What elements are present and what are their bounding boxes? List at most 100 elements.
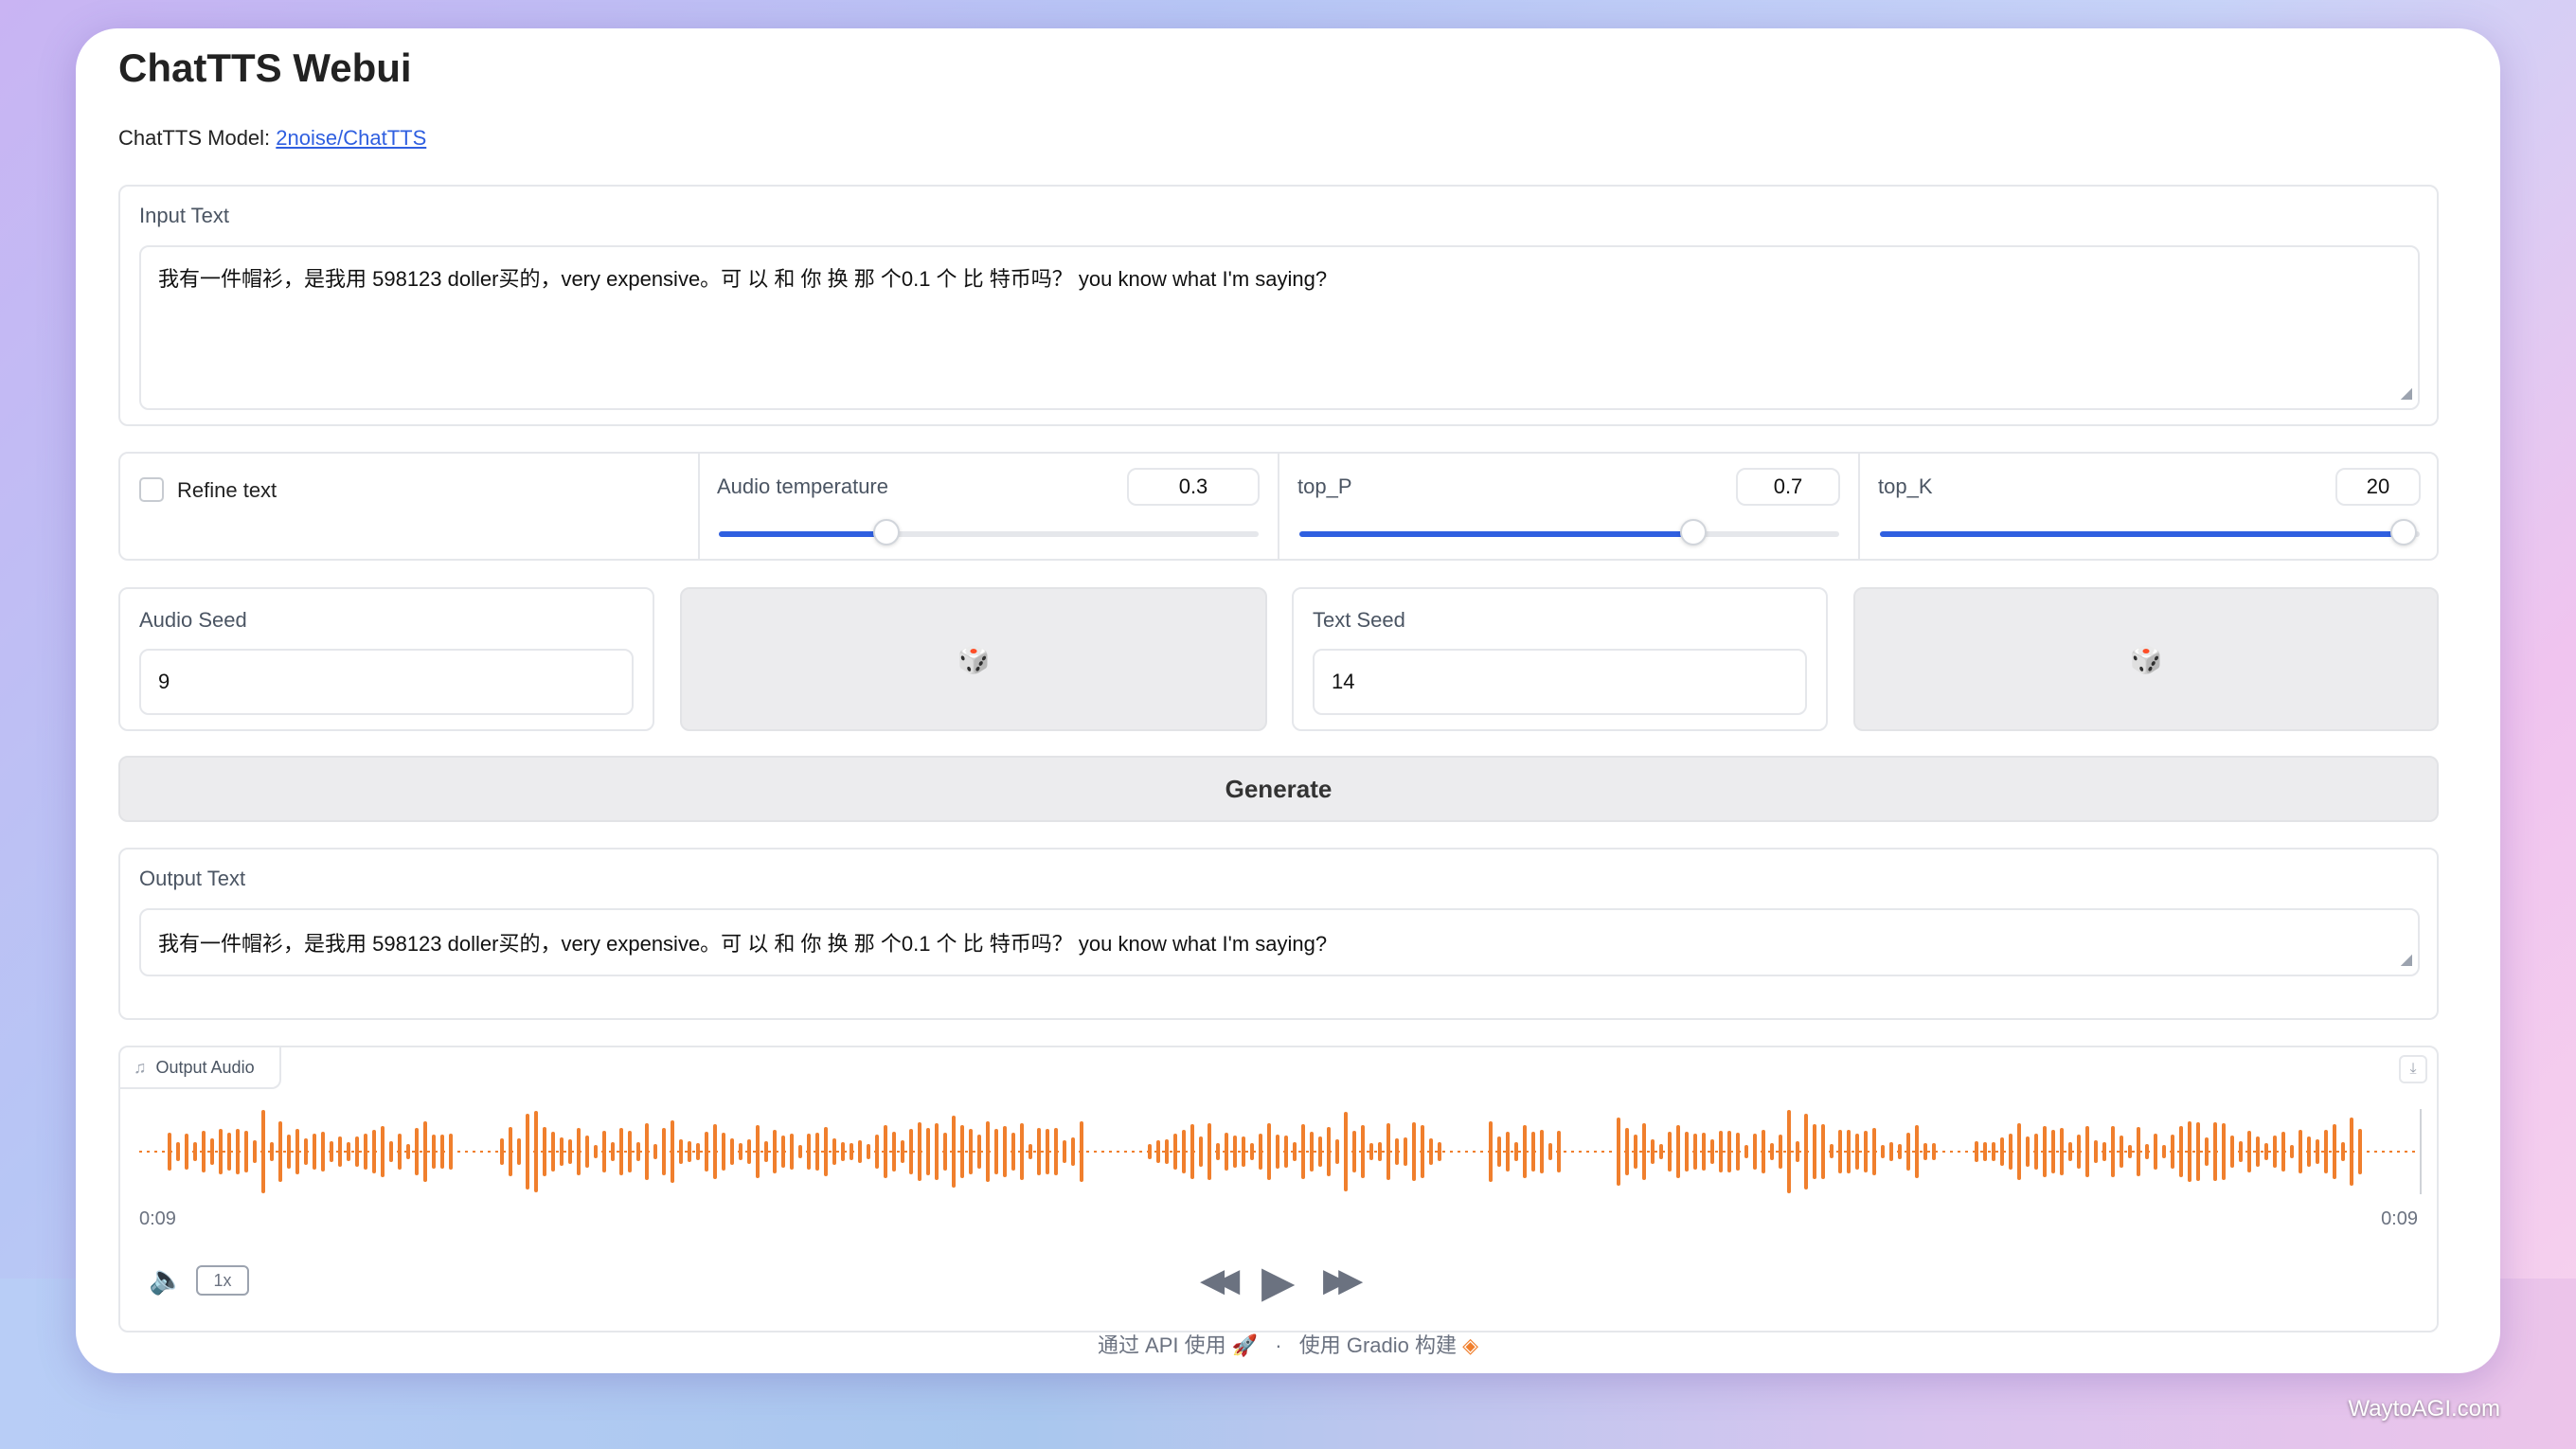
waveform-bar: [176, 1141, 180, 1161]
waveform-bar: [909, 1128, 913, 1175]
audio-seed-dice-button[interactable]: 🎲: [680, 587, 1267, 731]
waveform-bar: [2341, 1141, 2345, 1162]
waveform-bar: [688, 1140, 691, 1163]
play-button[interactable]: ▶: [1261, 1256, 1295, 1307]
slider-fill: [1299, 531, 1694, 537]
waveform-bar: [1318, 1136, 1322, 1167]
slider-thumb[interactable]: [1680, 519, 1708, 546]
input-text-area[interactable]: 我有一件帽衫，是我用 598123 doller买的，very expensiv…: [139, 245, 2420, 410]
audio-temperature-input[interactable]: 0.3: [1127, 468, 1260, 506]
slider-thumb[interactable]: [872, 519, 900, 546]
waveform[interactable]: [139, 1104, 2422, 1199]
music-note-icon: ♫: [134, 1057, 147, 1077]
waveform-bar: [2273, 1136, 2277, 1168]
waveform-bar: [2350, 1117, 2353, 1187]
waveform-bar: [611, 1141, 615, 1162]
waveform-bar: [2017, 1122, 2021, 1181]
waveform-bar: [2043, 1125, 2047, 1178]
waveform-bar: [1855, 1134, 1859, 1170]
waveform-bar: [960, 1124, 964, 1179]
waveform-bar: [509, 1126, 512, 1177]
waveform-bar: [1335, 1139, 1339, 1164]
waveform-bar: [389, 1141, 393, 1162]
resize-grip-icon[interactable]: ◢: [2401, 950, 2412, 969]
waveform-bar: [1063, 1139, 1066, 1164]
waveform-bar: [1821, 1123, 1825, 1180]
model-link[interactable]: 2noise/ChatTTS: [276, 126, 426, 150]
slider-thumb[interactable]: [2389, 519, 2417, 546]
waveform-bar: [2264, 1142, 2268, 1161]
waveform-bar: [2239, 1140, 2243, 1163]
waveform-bar: [2196, 1121, 2200, 1182]
download-button[interactable]: ⤓: [2399, 1055, 2427, 1083]
top-k-input[interactable]: 20: [2335, 468, 2421, 506]
waveform-bar: [2171, 1134, 2174, 1170]
waveform-bar: [1813, 1123, 1816, 1180]
output-audio-label: Output Audio: [155, 1057, 255, 1077]
resize-grip-icon[interactable]: ◢: [2401, 384, 2412, 402]
waveform-bar: [2316, 1138, 2319, 1165]
waveform-bar: [875, 1134, 879, 1170]
text-seed-panel: Text Seed 14: [1292, 587, 1828, 731]
waveform-bar: [1489, 1120, 1493, 1182]
waveform-bar: [577, 1128, 581, 1175]
waveform-bar: [236, 1128, 240, 1175]
waveform-bar: [2213, 1122, 2217, 1181]
waveform-bar: [2358, 1128, 2362, 1174]
audio-temperature-slider[interactable]: [719, 519, 1259, 546]
waveform-bar: [1898, 1143, 1902, 1160]
input-text-value: 我有一件帽衫，是我用 598123 doller买的，very expensiv…: [158, 267, 1328, 291]
waveform-bar: [1506, 1131, 1510, 1172]
waveform-bar: [2188, 1120, 2191, 1183]
waveform-bar: [918, 1122, 921, 1181]
waveform-bar: [517, 1137, 521, 1166]
waveform-bar: [1625, 1128, 1629, 1175]
waveform-bar: [1003, 1126, 1007, 1177]
top-k-slider[interactable]: [1880, 519, 2420, 546]
waveform-bar: [347, 1141, 350, 1162]
waveform-bar: [1727, 1130, 1731, 1173]
waveform-bar: [304, 1138, 308, 1165]
waveform-bar: [270, 1141, 274, 1162]
waveform-bar: [1762, 1129, 1765, 1174]
waveform-bar: [671, 1120, 674, 1183]
forward-button[interactable]: ▶▶: [1323, 1261, 1363, 1299]
api-link[interactable]: 通过 API 使用: [1098, 1333, 1226, 1357]
top-p-slider[interactable]: [1299, 519, 1839, 546]
footer: 通过 API 使用 🚀 · 使用 Gradio 构建 ◈: [76, 1329, 2500, 1359]
waveform-bar: [1975, 1141, 1978, 1162]
output-text-panel: Output Text 我有一件帽衫，是我用 598123 doller买的，v…: [118, 848, 2439, 1020]
waveform-bar: [1225, 1133, 1228, 1171]
text-seed-input[interactable]: 14: [1313, 649, 1807, 715]
waveform-bar: [330, 1141, 333, 1162]
waveform-bar: [1173, 1134, 1177, 1170]
refine-text-checkbox[interactable]: [139, 477, 164, 502]
waveform-bar: [253, 1140, 257, 1163]
text-seed-dice-button[interactable]: 🎲: [1853, 587, 2439, 731]
waveform-bar: [227, 1133, 231, 1171]
top-p-input[interactable]: 0.7: [1736, 468, 1840, 506]
rewind-button[interactable]: ◀◀: [1200, 1261, 1240, 1299]
waveform-bar: [2120, 1135, 2123, 1169]
audio-seed-input[interactable]: 9: [139, 649, 634, 715]
output-text-area[interactable]: 我有一件帽衫，是我用 598123 doller买的，very expensiv…: [139, 908, 2420, 976]
playback-speed-button[interactable]: 1x: [196, 1265, 249, 1296]
gradio-link[interactable]: 使用 Gradio 构建: [1299, 1333, 1457, 1357]
waveform-bar: [730, 1137, 734, 1166]
waveform-bar: [619, 1128, 623, 1175]
waveform-bar: [1233, 1135, 1237, 1169]
waveform-bar: [773, 1129, 777, 1174]
waveform-bar: [594, 1144, 598, 1159]
model-line: ChatTTS Model: 2noise/ChatTTS: [118, 126, 426, 151]
app-card: ChatTTS Webui ChatTTS Model: 2noise/Chat…: [76, 28, 2500, 1373]
waveform-bar: [168, 1133, 171, 1171]
waveform-bar: [2060, 1128, 2064, 1175]
waveform-bar: [764, 1140, 768, 1163]
generate-button[interactable]: Generate: [118, 756, 2439, 822]
waveform-bar: [1182, 1130, 1186, 1173]
waveform-bar: [1284, 1135, 1288, 1169]
waveform-bar: [1293, 1141, 1297, 1162]
volume-button[interactable]: 🔈: [149, 1263, 184, 1297]
refine-text-label: Refine text: [177, 478, 277, 502]
waveform-bar: [722, 1133, 725, 1171]
